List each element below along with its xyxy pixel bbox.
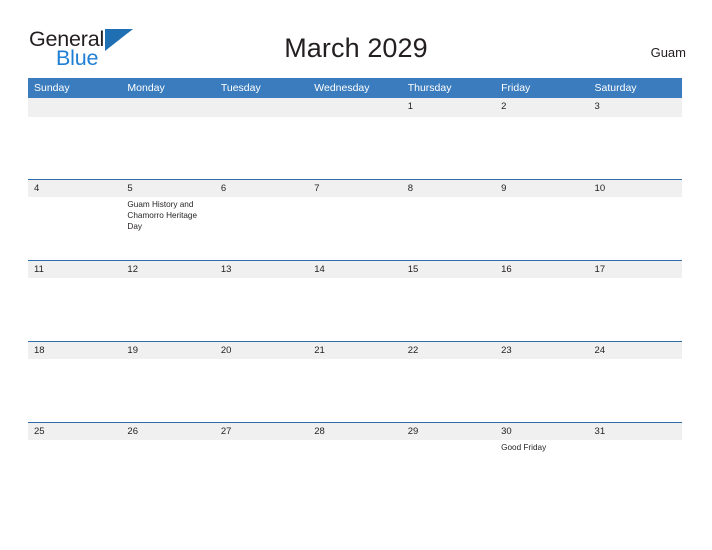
day-number-cell[interactable]: 20 (215, 342, 308, 359)
day-events-cell[interactable] (402, 279, 495, 341)
week-dates-strip: 18 19 20 21 22 23 24 (28, 341, 682, 359)
page-title: March 2029 (284, 33, 428, 63)
day-events-cell[interactable] (308, 279, 401, 341)
day-events-cell[interactable] (589, 360, 682, 422)
weekday-header-thursday: Thursday (407, 82, 452, 94)
calendar-week-row: 18 19 20 21 22 23 24 (28, 341, 682, 422)
calendar-week-row: 1 2 3 (28, 98, 682, 179)
day-events-cell[interactable] (589, 117, 682, 179)
day-events-cell[interactable] (495, 279, 588, 341)
day-number-cell[interactable]: 3 (589, 98, 682, 117)
day-events-cell[interactable] (402, 441, 495, 503)
day-number-cell[interactable]: 9 (495, 180, 588, 197)
day-events-cell[interactable] (308, 441, 401, 503)
day-events-cell[interactable] (121, 279, 214, 341)
day-number-cell[interactable]: 4 (28, 180, 121, 197)
day-number-cell[interactable]: 29 (402, 423, 495, 440)
week-dates-strip: 1 2 3 (28, 98, 682, 117)
weekday-header-saturday: Saturday (594, 82, 637, 94)
day-events-cell[interactable] (28, 441, 121, 503)
day-number-cell[interactable]: 1 (402, 98, 495, 117)
day-number-cell[interactable]: 28 (308, 423, 401, 440)
day-number-cell[interactable]: 7 (308, 180, 401, 197)
day-number-cell[interactable]: 5 (121, 180, 214, 197)
day-events-cell[interactable] (308, 360, 401, 422)
week-events-strip (28, 117, 682, 179)
day-number-cell[interactable]: 27 (215, 423, 308, 440)
week-dates-strip: 11 12 13 14 15 16 17 (28, 260, 682, 278)
day-number-cell[interactable]: 23 (495, 342, 588, 359)
day-number-cell[interactable]: 24 (589, 342, 682, 359)
day-events-cell[interactable] (121, 117, 214, 179)
day-number-cell[interactable]: 6 (215, 180, 308, 197)
day-events-cell[interactable] (495, 360, 588, 422)
day-events-cell[interactable] (589, 279, 682, 341)
weekday-header-row: Sunday Monday Tuesday Wednesday Thursday… (28, 78, 682, 98)
week-events-strip (28, 279, 682, 341)
day-number-cell[interactable] (28, 98, 121, 117)
day-events-cell[interactable] (308, 198, 401, 260)
day-events-cell[interactable] (28, 279, 121, 341)
day-events-cell[interactable]: Good Friday (495, 441, 588, 503)
day-number-cell[interactable] (215, 98, 308, 117)
day-number-cell[interactable]: 16 (495, 261, 588, 278)
day-events-cell[interactable] (495, 117, 588, 179)
day-events-cell[interactable] (215, 441, 308, 503)
day-events-cell[interactable] (589, 441, 682, 503)
day-number-cell[interactable]: 17 (589, 261, 682, 278)
day-number-cell[interactable]: 26 (121, 423, 214, 440)
day-events-cell[interactable] (308, 117, 401, 179)
day-events-cell[interactable]: Guam History and Chamorro Heritage Day (121, 198, 214, 260)
day-number-cell[interactable]: 2 (495, 98, 588, 117)
day-events-cell[interactable] (215, 360, 308, 422)
day-events-cell[interactable] (28, 117, 121, 179)
calendar-week-row: 11 12 13 14 15 16 17 (28, 260, 682, 341)
day-number-cell[interactable]: 19 (121, 342, 214, 359)
day-number-cell[interactable]: 8 (402, 180, 495, 197)
week-events-strip: Good Friday (28, 441, 682, 503)
week-dates-strip: 4 5 6 7 8 9 10 (28, 179, 682, 197)
day-number-cell[interactable]: 11 (28, 261, 121, 278)
weekday-header-wednesday: Wednesday (314, 82, 370, 94)
day-number-cell[interactable]: 13 (215, 261, 308, 278)
day-number-cell[interactable]: 15 (402, 261, 495, 278)
weekday-header-friday: Friday (501, 82, 531, 94)
day-events-cell[interactable] (215, 279, 308, 341)
day-events-cell[interactable] (28, 360, 121, 422)
day-number-cell[interactable]: 10 (589, 180, 682, 197)
day-events-cell[interactable] (28, 198, 121, 260)
day-number-cell[interactable]: 14 (308, 261, 401, 278)
day-number-cell[interactable]: 18 (28, 342, 121, 359)
event-label: Good Friday (501, 442, 547, 452)
calendar-week-row: 4 5 6 7 8 9 10 Guam History and Chamorro… (28, 179, 682, 260)
locale-label: Guam (650, 45, 686, 60)
weekday-header-monday: Monday (127, 82, 165, 94)
day-number-cell[interactable]: 25 (28, 423, 121, 440)
day-number-cell[interactable]: 31 (589, 423, 682, 440)
weekday-header-tuesday: Tuesday (220, 82, 261, 94)
day-events-cell[interactable] (121, 441, 214, 503)
day-number-cell[interactable]: 22 (402, 342, 495, 359)
page-header: General Blue March 2029 Guam (0, 0, 712, 78)
day-number-cell[interactable]: 21 (308, 342, 401, 359)
event-label: Guam History and Chamorro Heritage Day (127, 199, 198, 231)
day-number-cell[interactable]: 12 (121, 261, 214, 278)
day-events-cell[interactable] (402, 198, 495, 260)
day-events-cell[interactable] (495, 198, 588, 260)
day-events-cell[interactable] (402, 360, 495, 422)
week-dates-strip: 25 26 27 28 29 30 31 (28, 422, 682, 440)
day-number-cell[interactable]: 30 (495, 423, 588, 440)
day-events-cell[interactable] (215, 198, 308, 260)
calendar-grid: Sunday Monday Tuesday Wednesday Thursday… (28, 78, 682, 503)
week-events-strip: Guam History and Chamorro Heritage Day (28, 198, 682, 260)
day-number-cell[interactable] (308, 98, 401, 117)
calendar-week-row: 25 26 27 28 29 30 31 Good Friday (28, 422, 682, 503)
day-events-cell[interactable] (215, 117, 308, 179)
day-events-cell[interactable] (589, 198, 682, 260)
weekday-header-sunday: Sunday (34, 82, 70, 94)
day-events-cell[interactable] (121, 360, 214, 422)
week-events-strip (28, 360, 682, 422)
day-events-cell[interactable] (402, 117, 495, 179)
day-number-cell[interactable] (121, 98, 214, 117)
